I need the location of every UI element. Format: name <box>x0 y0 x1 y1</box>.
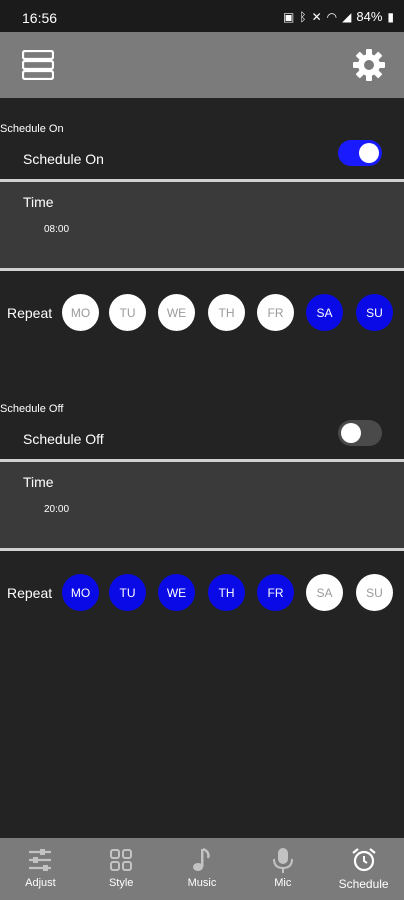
schedule-on-toggle[interactable] <box>338 140 382 166</box>
schedule-off-day-we[interactable]: WE <box>158 574 195 611</box>
schedule-off-day-tu[interactable]: TU <box>109 574 146 611</box>
schedule-off-section-label: Schedule Off <box>0 403 64 415</box>
schedule-off-repeat-label: Repeat <box>7 585 53 601</box>
schedule-off-day-fr[interactable]: FR <box>257 574 294 611</box>
nav-style-label: Style <box>108 877 134 889</box>
nav-music[interactable]: Music <box>162 838 243 900</box>
schedule-on-day-fr[interactable]: FR <box>257 294 294 331</box>
wifi-icon: ◠ <box>326 9 338 24</box>
schedule-on-repeat-label: Repeat <box>7 305 53 321</box>
settings-button[interactable] <box>352 48 386 82</box>
schedule-off-day-mo[interactable]: MO <box>62 574 99 611</box>
bluetooth-icon: ᛒ <box>299 9 307 24</box>
schedule-on-section-label: Schedule On <box>0 123 64 135</box>
schedule-on-time-panel[interactable]: Time 08:00 <box>0 179 404 271</box>
schedule-on-day-th[interactable]: TH <box>208 294 245 331</box>
status-icons: ▣ ᛒ ✕ ◠ ◢ 84% ▮ <box>283 9 394 24</box>
device-list-button[interactable] <box>21 49 55 81</box>
schedule-on-day-su[interactable]: SU <box>356 294 393 331</box>
nav-schedule[interactable]: Schedule <box>323 838 404 900</box>
schedule-off-day-th[interactable]: TH <box>208 574 245 611</box>
schedule-off-time-panel[interactable]: Time 20:00 <box>0 459 404 551</box>
nav-mic-label: Mic <box>274 877 292 889</box>
nav-music-label: Music <box>187 877 217 889</box>
status-bar: 16:56 ▣ ᛒ ✕ ◠ ◢ 84% ▮ <box>0 0 404 32</box>
nfc-icon: ▣ <box>283 9 295 24</box>
schedule-on-day-mo[interactable]: MO <box>62 294 99 331</box>
schedule-on-toggle-label: Schedule On <box>23 151 104 167</box>
top-toolbar <box>0 32 404 98</box>
schedule-on-time-value[interactable]: 08:00 <box>44 224 69 235</box>
list-icon <box>21 49 55 81</box>
schedule-on-day-sa[interactable]: SA <box>306 294 343 331</box>
nav-adjust-label: Adjust <box>25 877 56 889</box>
bottom-nav: Adjust Style Music Mic Schedule <box>0 838 404 900</box>
schedule-on-day-tu[interactable]: TU <box>109 294 146 331</box>
signal-icon: ◢ <box>342 9 352 24</box>
schedule-off-time-label: Time <box>23 474 54 490</box>
schedule-off-toggle[interactable] <box>338 420 382 446</box>
alarm-clock-icon <box>351 848 376 872</box>
status-time: 16:56 <box>22 10 58 26</box>
mute-icon: ✕ <box>311 9 322 24</box>
schedule-off-day-su[interactable]: SU <box>356 574 393 611</box>
schedule-off-toggle-label: Schedule Off <box>23 431 104 447</box>
microphone-icon <box>272 848 293 873</box>
schedule-on-day-we[interactable]: WE <box>158 294 195 331</box>
grid-icon <box>110 849 133 871</box>
battery-icon: ▮ <box>387 9 394 24</box>
gear-icon <box>353 49 385 81</box>
sliders-icon <box>29 849 52 871</box>
schedule-on-time-label: Time <box>23 194 54 210</box>
nav-adjust[interactable]: Adjust <box>0 838 81 900</box>
music-note-icon <box>192 847 210 871</box>
nav-style[interactable]: Style <box>81 838 162 900</box>
schedule-off-time-value[interactable]: 20:00 <box>44 504 69 515</box>
schedule-off-day-sa[interactable]: SA <box>306 574 343 611</box>
battery-percent: 84% <box>356 9 383 24</box>
nav-schedule-label: Schedule <box>338 877 389 891</box>
toggle-knob <box>341 423 361 443</box>
toggle-knob <box>359 143 379 163</box>
nav-mic[interactable]: Mic <box>242 838 323 900</box>
